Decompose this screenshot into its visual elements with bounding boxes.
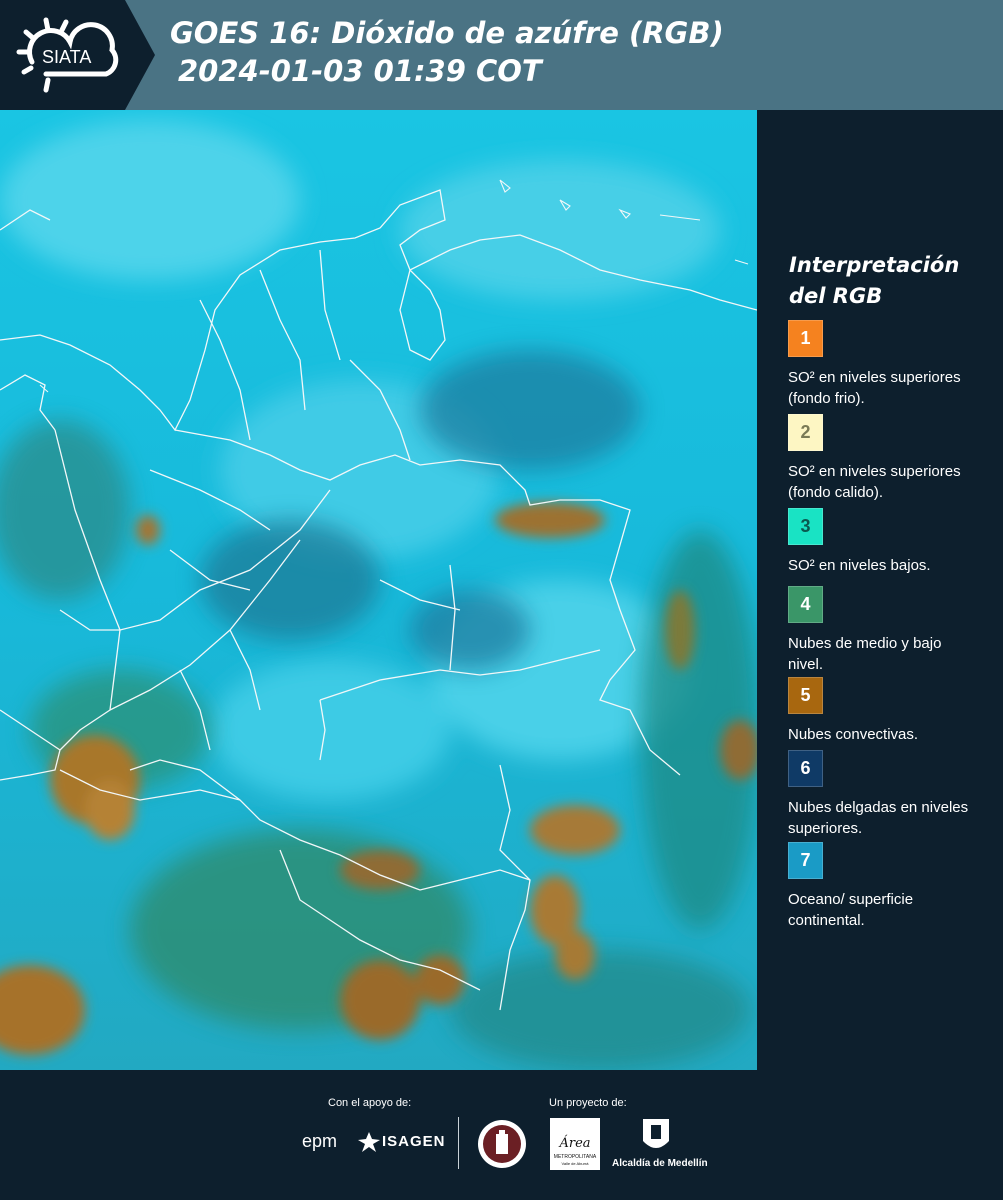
support-label: Con el apoyo de: <box>328 1097 412 1109</box>
isagen-logo: ISAGEN <box>382 1133 446 1150</box>
legend-swatch-2: 2 <box>788 414 823 451</box>
area-logo-subtext2: Valle de Aburrá <box>561 1161 589 1166</box>
page-subtitle-datetime: 2024-01-03 01:39 COT <box>178 54 542 88</box>
satellite-map[interactable] <box>0 110 757 1070</box>
legend-label-6: Nubes delgadas en niveles superiores. <box>788 799 969 837</box>
legend-title: Interpretación del RGB <box>789 250 989 312</box>
legend-swatch-5: 5 <box>788 677 823 714</box>
isagen-logo-icon <box>358 1132 380 1152</box>
legend-swatch-3: 3 <box>788 508 823 545</box>
footer: Con el apoyo de: Un proyecto de: epm ISA… <box>0 1070 1003 1200</box>
header-bar: SIATA GOES 16: Dióxido de azúfre (RGB) 2… <box>0 0 1003 110</box>
legend-label-5: Nubes convectivas. <box>788 726 919 743</box>
legend-label-1: SO² en niveles superiores (fondo frio). <box>788 369 961 407</box>
legend-title-line1: Interpretación <box>789 253 960 277</box>
project-label: Un proyecto de: <box>549 1097 627 1109</box>
area-logo-subtext: METROPOLITANA <box>553 1154 597 1160</box>
siata-logo-panel: SIATA <box>0 0 155 110</box>
legend-label-3: SO² en niveles bajos. <box>788 557 931 574</box>
legend-swatch-4: 4 <box>788 586 823 623</box>
legend-label-4: Nubes de medio y bajo nivel. <box>788 635 942 673</box>
legend-swatch-1: 1 <box>788 320 823 357</box>
legend-panel: Interpretación del RGB 1 SO² en niveles s… <box>757 110 1003 1070</box>
legend-swatch-7: 7 <box>788 842 823 879</box>
legend-label-7: Oceano/ superficie continental. <box>788 891 914 929</box>
medellin-seal-icon <box>478 1120 526 1168</box>
siata-logo-text: SIATA <box>42 47 91 67</box>
alcaldia-logo-text: Alcaldía de Medellín <box>612 1158 708 1169</box>
satellite-image <box>0 110 757 1070</box>
footer-divider <box>458 1117 459 1169</box>
alcaldia-shield-icon <box>643 1119 669 1148</box>
legend-label-2: SO² en niveles superiores (fondo calido)… <box>788 463 961 501</box>
area-logo-text: Área <box>559 1136 591 1151</box>
legend-swatch-6: 6 <box>788 750 823 787</box>
page-title: GOES 16: Dióxido de azúfre (RGB) <box>170 16 724 50</box>
legend-title-line2: del RGB <box>789 284 883 308</box>
epm-logo: epm <box>302 1131 338 1151</box>
